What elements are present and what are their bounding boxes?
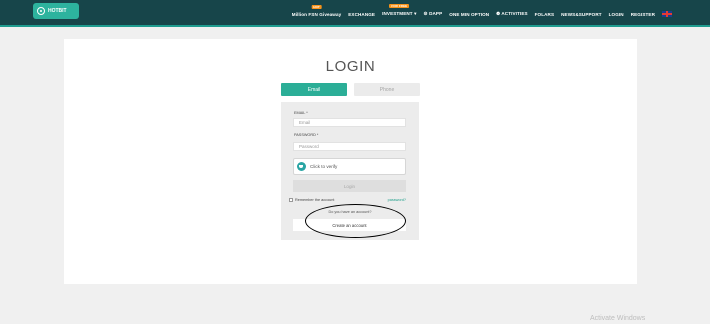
nav-investment-label: INVESTMENT ▾ (382, 11, 417, 16)
login-button[interactable]: Login (293, 180, 406, 192)
nav-giveaway-label: Million FSN Giveaway (291, 11, 342, 17)
hotbit-logo[interactable]: HOTBIT (33, 3, 79, 19)
tab-phone[interactable]: Phone (354, 83, 420, 96)
uk-flag-icon[interactable] (662, 11, 672, 17)
nav-exchange[interactable]: EXCHANGE (348, 12, 375, 17)
nav-giveaway[interactable]: HOT Million FSN Giveaway (291, 4, 342, 17)
email-label: EMAIL * (294, 111, 308, 115)
nav-activities-label: ❁ ACTIVITIES (496, 11, 528, 16)
captcha-icon (297, 162, 306, 171)
account-question: Do you have an account? (328, 210, 372, 214)
for-free-badge: FOR FREE (389, 4, 410, 8)
hotbit-logo-icon (37, 7, 45, 15)
tab-email[interactable]: Email (281, 83, 347, 96)
main-nav: HOT Million FSN Giveaway EXCHANGE FOR FR… (291, 4, 672, 17)
nav-news-support[interactable]: NEWS&SUPPORT (561, 12, 602, 17)
captcha-verify[interactable]: Click to verify (293, 158, 406, 175)
nav-register-label: REGISTER (630, 11, 655, 17)
logo-text: HOTBIT (48, 8, 67, 14)
remember-account[interactable]: Remember the account (289, 198, 334, 202)
nav-news-support-label: NEWS&SUPPORT (561, 11, 602, 17)
nav-register[interactable]: REGISTER (631, 12, 655, 17)
login-card: LOGIN Email Phone EMAIL * Email PASSWORD… (64, 39, 637, 284)
forgot-password-link[interactable]: password? (388, 198, 406, 202)
nav-folars-label: FOLARS (534, 11, 555, 17)
activate-windows-watermark: Activate Windows (590, 315, 646, 322)
nav-login-label: LOGIN (608, 11, 624, 17)
nav-dapp[interactable]: ⚙ DAPP (424, 11, 443, 17)
nav-one-min-option-label: ONE MIN OPTION (449, 11, 490, 17)
top-navigation-bar: HOTBIT HOT Million FSN Giveaway EXCHANGE… (0, 0, 710, 27)
nav-dapp-label: ⚙ DAPP (423, 11, 443, 16)
nav-exchange-label: EXCHANGE (348, 11, 376, 17)
email-field[interactable]: Email (293, 118, 406, 127)
nav-activities[interactable]: ❁ ACTIVITIES (496, 11, 527, 17)
remember-checkbox[interactable] (289, 198, 293, 202)
password-field[interactable]: Password (293, 142, 406, 151)
captcha-text: Click to verify (310, 164, 338, 169)
nav-one-min-option[interactable]: ONE MIN OPTION (449, 12, 489, 17)
remember-label: Remember the account (295, 198, 335, 202)
login-form: EMAIL * Email PASSWORD * Password Click … (281, 102, 419, 240)
nav-investment[interactable]: FOR FREE INVESTMENT ▾ (382, 4, 417, 17)
password-label: PASSWORD * (294, 133, 319, 137)
nav-login[interactable]: LOGIN (609, 12, 624, 17)
hot-badge: HOT (311, 4, 322, 9)
page-title: LOGIN (325, 58, 376, 75)
nav-folars[interactable]: FOLARS (535, 12, 554, 17)
create-account-link[interactable]: Create an account (293, 219, 406, 231)
